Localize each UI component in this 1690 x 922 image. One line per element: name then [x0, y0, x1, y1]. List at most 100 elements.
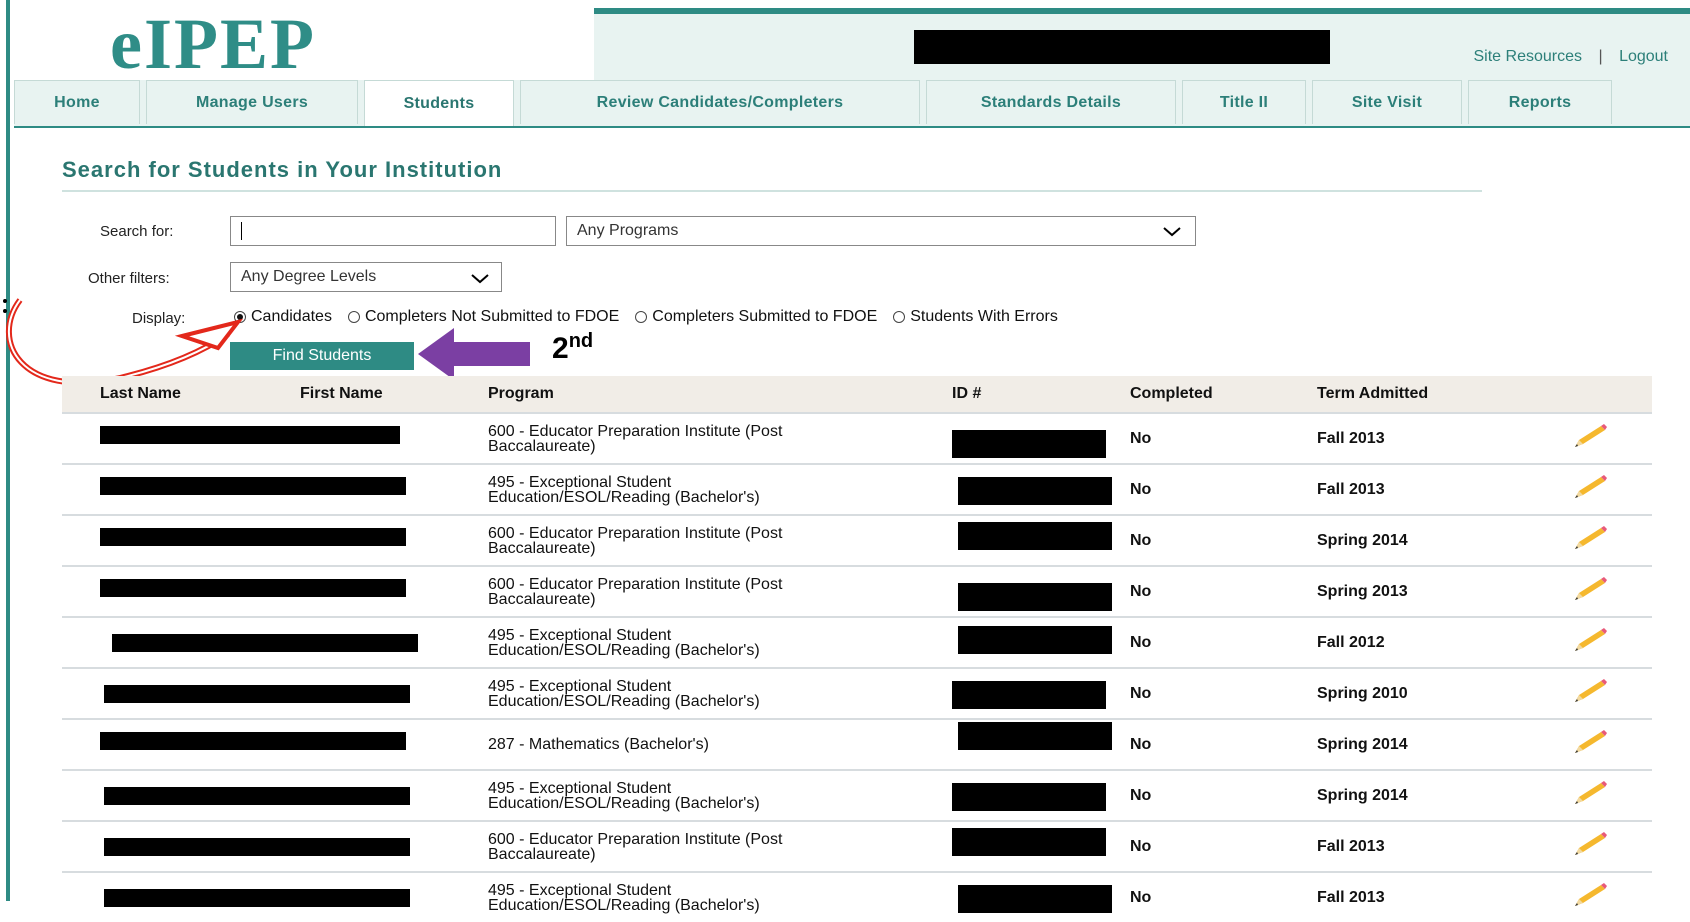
- program-line-1: 600 - Educator Preparation Institute (Po…: [488, 830, 783, 848]
- table-row[interactable]: 495 - Exceptional Student Education/ESOL/…: [62, 463, 1652, 515]
- redacted-id: [958, 885, 1112, 913]
- redacted-name: [100, 477, 406, 495]
- pencil-icon[interactable]: [1571, 474, 1611, 500]
- degree-level-select[interactable]: Any Degree Levels: [230, 262, 502, 292]
- program-cell: 495 - Exceptional Student Education/ESOL/…: [488, 667, 952, 719]
- table-row[interactable]: 287 - Mathematics (Bachelor's) No Spring 2…: [62, 718, 1652, 770]
- term-admitted-cell: Fall 2013: [1317, 820, 1571, 872]
- col-last-name[interactable]: Last Name: [100, 376, 300, 413]
- tab-title-ii[interactable]: Title II: [1182, 80, 1306, 124]
- table-row[interactable]: 495 - Exceptional Student Education/ESOL/…: [62, 871, 1652, 922]
- col-program[interactable]: Program: [488, 376, 952, 413]
- table-row[interactable]: 495 - Exceptional Student Education/ESOL/…: [62, 769, 1652, 821]
- redacted-id-cell: [952, 514, 1130, 566]
- redacted-name-cell: [100, 616, 488, 668]
- redacted-name: [104, 838, 410, 856]
- find-students-button[interactable]: Find Students: [230, 342, 414, 370]
- radio-students-with-errors[interactable]: Students With Errors: [893, 308, 1058, 326]
- program-cell: 600 - Educator Preparation Institute (Po…: [488, 565, 952, 617]
- program-cell: 287 - Mathematics (Bachelor's): [488, 718, 952, 770]
- term-admitted-cell: Spring 2014: [1317, 514, 1571, 566]
- main-nav-tabs: Home Manage Users Students Review Candid…: [14, 80, 1690, 128]
- program-select[interactable]: Any Programs: [566, 216, 1196, 246]
- table-row[interactable]: 600 - Educator Preparation Institute (Po…: [62, 820, 1652, 872]
- radio-button[interactable]: [893, 311, 906, 323]
- tab-standards-details[interactable]: Standards Details: [926, 80, 1176, 124]
- radio-candidates[interactable]: Candidates: [234, 308, 332, 326]
- other-filters-label: Other filters:: [88, 270, 170, 287]
- redacted-id: [958, 522, 1112, 550]
- tab-reports[interactable]: Reports: [1468, 80, 1612, 124]
- program-cell: 495 - Exceptional Student Education/ESOL/…: [488, 463, 952, 515]
- row-spacer: [62, 412, 100, 464]
- pencil-icon[interactable]: [1571, 525, 1611, 551]
- redacted-id: [952, 681, 1106, 709]
- col-term-admitted[interactable]: Term Admitted: [1317, 376, 1571, 413]
- redacted-name: [100, 732, 406, 750]
- program-line-2: Baccalaureate): [488, 845, 596, 863]
- pencil-icon[interactable]: [1571, 729, 1611, 755]
- pencil-icon[interactable]: [1571, 627, 1611, 653]
- table-row[interactable]: 600 - Educator Preparation Institute (Po…: [62, 412, 1652, 464]
- pencil-icon[interactable]: [1571, 882, 1611, 908]
- completed-cell: No: [1130, 514, 1317, 566]
- annotation-number: 2: [552, 332, 569, 365]
- table-row[interactable]: 495 - Exceptional Student Education/ESOL/…: [62, 616, 1652, 668]
- program-line-2: Education/ESOL/Reading (Bachelor's): [488, 488, 760, 506]
- edit-cell: [1571, 565, 1652, 617]
- tab-manage-users[interactable]: Manage Users: [146, 80, 358, 124]
- redacted-id-cell: [952, 871, 1130, 922]
- redacted-name: [104, 685, 410, 703]
- radio-button[interactable]: [347, 311, 360, 323]
- site-resources-link[interactable]: Site Resources: [1474, 48, 1583, 66]
- search-input[interactable]: [230, 216, 556, 246]
- edit-cell: [1571, 616, 1652, 668]
- tab-home[interactable]: Home: [14, 80, 140, 124]
- radio-completers-submitted[interactable]: Completers Submitted to FDOE: [635, 308, 877, 326]
- logout-link[interactable]: Logout: [1619, 48, 1668, 66]
- header-spacer: [1571, 376, 1652, 413]
- redacted-id-cell: [952, 616, 1130, 668]
- col-completed[interactable]: Completed: [1130, 376, 1317, 413]
- tab-review-candidates-completers[interactable]: Review Candidates/Completers: [520, 80, 920, 124]
- edit-cell: [1571, 820, 1652, 872]
- program-cell: 495 - Exceptional Student Education/ESOL/…: [488, 616, 952, 668]
- redacted-name-cell: [100, 514, 488, 566]
- display-options: Candidates Completers Not Submitted to F…: [234, 308, 1074, 326]
- table-row[interactable]: 600 - Educator Preparation Institute (Po…: [62, 514, 1652, 566]
- table-row[interactable]: 600 - Educator Preparation Institute (Po…: [62, 565, 1652, 617]
- program-line-1: 287 - Mathematics (Bachelor's): [488, 736, 709, 753]
- tab-site-visit[interactable]: Site Visit: [1312, 80, 1462, 124]
- header-spacer: [62, 376, 100, 413]
- completed-cell: No: [1130, 565, 1317, 617]
- edit-cell: [1571, 769, 1652, 821]
- program-line-1: 495 - Exceptional Student: [488, 881, 672, 899]
- eipep-logo[interactable]: eIPEP: [110, 8, 316, 80]
- col-first-name[interactable]: First Name: [300, 376, 488, 413]
- completed-cell: No: [1130, 667, 1317, 719]
- program-line-2: Baccalaureate): [488, 539, 596, 557]
- top-strip: Site Resources | Logout: [594, 8, 1690, 82]
- program-line-2: Baccalaureate): [488, 437, 596, 455]
- tab-students[interactable]: Students: [364, 80, 514, 126]
- row-spacer: [62, 769, 100, 821]
- col-id[interactable]: ID #: [952, 376, 1130, 413]
- students-table: Last Name First Name Program ID # Comple…: [62, 376, 1652, 922]
- radio-button[interactable]: [635, 311, 648, 323]
- term-admitted-cell: Spring 2013: [1317, 565, 1571, 617]
- pencil-icon[interactable]: [1571, 780, 1611, 806]
- program-cell: 600 - Educator Preparation Institute (Po…: [488, 820, 952, 872]
- pencil-icon[interactable]: [1571, 423, 1611, 449]
- pencil-icon[interactable]: [1571, 831, 1611, 857]
- redacted-name-cell: [100, 871, 488, 922]
- edit-cell: [1571, 718, 1652, 770]
- redacted-id-cell: [952, 820, 1130, 872]
- row-spacer: [62, 565, 100, 617]
- red-curved-arrow: [5, 298, 230, 386]
- radio-button[interactable]: [234, 311, 246, 323]
- redacted-name: [104, 787, 410, 805]
- table-row[interactable]: 495 - Exceptional Student Education/ESOL/…: [62, 667, 1652, 719]
- pencil-icon[interactable]: [1571, 576, 1611, 602]
- radio-completers-not-submitted[interactable]: Completers Not Submitted to FDOE: [347, 308, 619, 326]
- pencil-icon[interactable]: [1571, 678, 1611, 704]
